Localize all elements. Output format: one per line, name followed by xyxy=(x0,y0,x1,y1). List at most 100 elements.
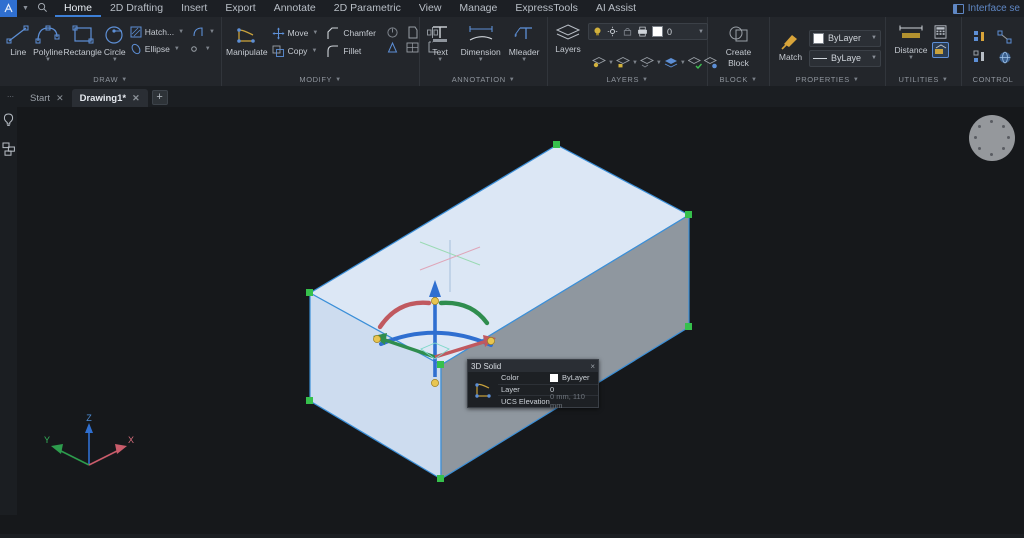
move-dropdown-icon[interactable]: ▼ xyxy=(312,30,318,36)
modify-chamfer-button[interactable]: Chamfer xyxy=(324,25,378,41)
layer-lock-icon[interactable] xyxy=(622,26,633,37)
menu-item-2d-drafting[interactable]: 2D Drafting xyxy=(101,0,172,17)
modify-panel-expand-icon[interactable]: ▼ xyxy=(335,77,342,83)
create-block-button[interactable]: Create Block xyxy=(713,22,765,69)
utilities-panel-expand-icon[interactable]: ▼ xyxy=(942,77,949,83)
mleader-dropdown-icon[interactable]: ▼ xyxy=(521,57,527,63)
draw-rectangle-button[interactable]: Rectangle xyxy=(64,22,102,57)
menu-item-expresstools[interactable]: ExpressTools xyxy=(506,0,586,17)
ribbon-panel-annotation: Text ▼ Dimension ▼ Mleader ▼ xyxy=(420,17,548,86)
tab-drawing1[interactable]: Drawing1* ✕ xyxy=(72,89,148,107)
layer-properties-dropdown-icon[interactable]: ▼ xyxy=(608,60,614,66)
control-settings-icon[interactable] xyxy=(973,50,989,65)
3d-solid-box[interactable] xyxy=(17,107,1024,515)
match-properties-button[interactable]: Match xyxy=(774,29,807,62)
property-color-dropdown-icon[interactable]: ▼ xyxy=(865,35,877,41)
property-color-combo[interactable]: ByLayer ▼ xyxy=(809,30,881,47)
control-dialog-icon[interactable] xyxy=(973,30,989,45)
annotation-panel-expand-icon[interactable]: ▼ xyxy=(509,77,516,83)
calculator-icon[interactable] xyxy=(932,25,949,39)
layer-isolate-dropdown-icon[interactable]: ▼ xyxy=(656,60,662,66)
quick-property-value-color[interactable]: ByLayer xyxy=(550,373,598,382)
layer-plot-printer-icon[interactable] xyxy=(637,26,648,37)
quick-property-row-ucs-elevation[interactable]: UCS Elevation 0 mm, 110 mm xyxy=(498,395,598,407)
menu-item-manage[interactable]: Manage xyxy=(450,0,506,17)
dimension-dropdown-icon[interactable]: ▼ xyxy=(478,57,484,63)
layer-merge-dropdown-icon[interactable]: ▼ xyxy=(680,60,686,66)
distance-button[interactable]: Distance ▼ xyxy=(890,22,932,61)
layer-unlock-dropdown-icon[interactable]: ▼ xyxy=(632,60,638,66)
quick-property-row-color[interactable]: Color ByLayer xyxy=(498,372,598,384)
draw-point-button[interactable]: ▼ xyxy=(186,41,213,57)
text-dropdown-icon[interactable]: ▼ xyxy=(437,57,443,63)
block-panel-expand-icon[interactable]: ▼ xyxy=(751,77,758,83)
menu-item-annotate[interactable]: Annotate xyxy=(265,0,325,17)
structure-tree-icon[interactable] xyxy=(2,142,16,156)
menu-item-home[interactable]: Home xyxy=(55,0,101,17)
new-tab-button[interactable]: + xyxy=(152,90,168,105)
drawing-canvas[interactable]: Z Y X 3D Solid × Color xyxy=(17,107,1024,515)
quick-properties-panel[interactable]: 3D Solid × Color ByLayer Lay xyxy=(467,359,599,408)
tab-start-close-icon[interactable]: ✕ xyxy=(56,93,64,104)
tab-start[interactable]: Start ✕ xyxy=(22,89,72,107)
app-logo-icon[interactable] xyxy=(0,0,17,17)
layer-isolate-icon[interactable] xyxy=(640,56,654,69)
properties-panel-expand-icon[interactable]: ▼ xyxy=(853,77,860,83)
tab-drawing1-close-icon[interactable]: ✕ xyxy=(132,93,140,104)
close-icon[interactable]: × xyxy=(590,362,595,371)
layer-freeze-sun-icon[interactable] xyxy=(607,26,618,37)
layers-button[interactable]: Layers xyxy=(552,21,584,54)
arc-dropdown-icon[interactable]: ▼ xyxy=(209,29,215,35)
layer-properties-icon[interactable] xyxy=(592,56,606,69)
draw-circle-button[interactable]: Circle ▼ xyxy=(102,22,128,63)
layer-color-swatch[interactable] xyxy=(652,26,663,37)
polyline-dropdown-icon[interactable]: ▼ xyxy=(45,57,51,63)
draw-panel-expand-icon[interactable]: ▼ xyxy=(121,77,128,83)
property-linetype-dropdown-icon[interactable]: ▼ xyxy=(865,55,877,61)
modify-copy-button[interactable]: Copy ▼ xyxy=(270,43,321,59)
point-dropdown-icon[interactable]: ▼ xyxy=(205,46,211,52)
distance-dropdown-icon[interactable]: ▼ xyxy=(908,55,914,61)
ellipse-dropdown-icon[interactable]: ▼ xyxy=(174,46,180,52)
layer-unlock-icon[interactable] xyxy=(616,56,630,69)
draw-hatch-label: Hatch... xyxy=(145,27,174,37)
annotation-mleader-button[interactable]: Mleader ▼ xyxy=(505,22,543,63)
layer-merge-icon[interactable] xyxy=(664,56,678,69)
layer-on-lightbulb-icon[interactable] xyxy=(592,26,603,37)
control-link-icon[interactable] xyxy=(997,30,1013,45)
annotation-text-button[interactable]: Text ▼ xyxy=(424,22,456,63)
lightbulb-icon[interactable] xyxy=(2,113,15,128)
draw-hatch-button[interactable]: Hatch... ▼ xyxy=(128,24,186,40)
copy-dropdown-icon[interactable]: ▼ xyxy=(311,48,317,54)
property-linetype-combo[interactable]: ByLaye ▼ xyxy=(809,50,881,67)
layers-panel-expand-icon[interactable]: ▼ xyxy=(642,77,649,83)
draw-ellipse-button[interactable]: Ellipse ▼ xyxy=(128,41,182,57)
menu-item-export[interactable]: Export xyxy=(216,0,264,17)
annotation-dimension-button[interactable]: Dimension ▼ xyxy=(456,22,505,63)
modify-move-button[interactable]: Move ▼ xyxy=(270,25,321,41)
search-icon[interactable] xyxy=(34,2,55,16)
control-globe-icon[interactable] xyxy=(997,50,1013,65)
menu-item-2d-parametric[interactable]: 2D Parametric xyxy=(325,0,410,17)
left-sidebar xyxy=(0,107,17,538)
menu-item-view[interactable]: View xyxy=(410,0,451,17)
measure-tools-icon[interactable] xyxy=(932,42,949,58)
tabbar-grip-icon[interactable]: ⋯ xyxy=(0,86,22,107)
draw-line-button[interactable]: Line xyxy=(4,22,32,57)
layer-make-current-icon[interactable] xyxy=(688,56,702,69)
draw-polyline-button[interactable]: Polyline ▼ xyxy=(32,22,63,63)
menu-item-ai-assist[interactable]: AI Assist xyxy=(587,0,645,17)
scale-icon[interactable] xyxy=(384,41,402,54)
layer-selector-combo[interactable]: 0 ▼ xyxy=(588,23,708,40)
circle-dropdown-icon[interactable]: ▼ xyxy=(112,57,118,63)
hatch-dropdown-icon[interactable]: ▼ xyxy=(178,29,184,35)
modify-fillet-button[interactable]: Fillet xyxy=(324,43,378,59)
rotate-icon[interactable] xyxy=(384,26,402,39)
interface-settings-button[interactable]: Interface se xyxy=(953,3,1024,14)
menu-item-insert[interactable]: Insert xyxy=(172,0,216,17)
draw-arc-button[interactable]: ▼ xyxy=(190,24,217,40)
layer-dropdown-icon[interactable]: ▼ xyxy=(692,29,704,35)
rectangle-icon xyxy=(69,24,97,46)
chevron-down-icon[interactable]: ▼ xyxy=(17,5,34,12)
modify-manipulate-button[interactable]: Manipulate xyxy=(226,22,268,57)
